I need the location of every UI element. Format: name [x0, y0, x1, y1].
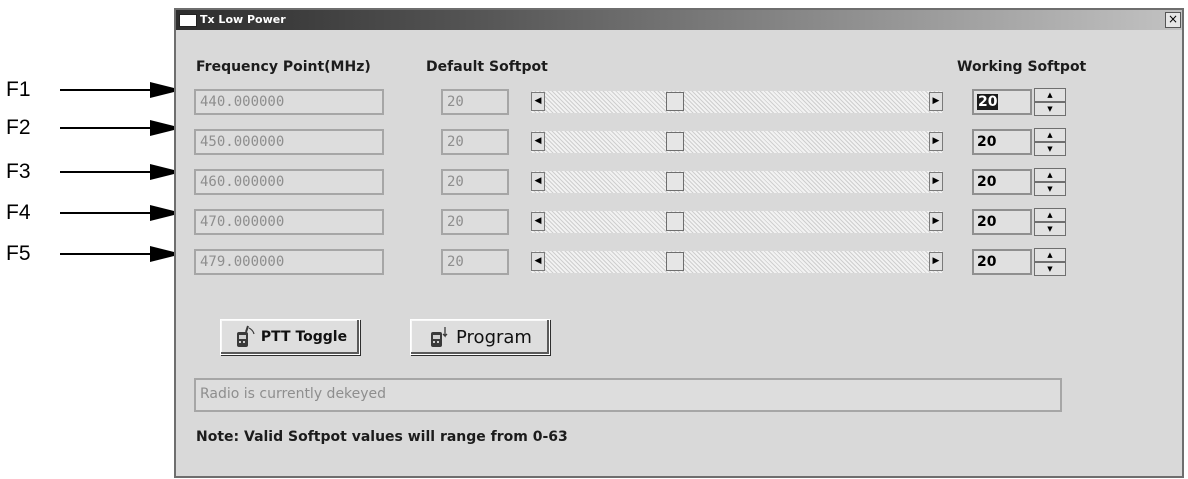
default-softpot-field-f5: 20	[441, 249, 509, 275]
softpot-slider-f4[interactable]: ◀ ▶	[531, 211, 943, 233]
slider-thumb[interactable]	[665, 132, 684, 151]
default-softpot-field-f3: 20	[441, 169, 509, 195]
scroll-left-button[interactable]: ◀	[531, 172, 545, 191]
working-softpot-spinner-f4[interactable]: ▲ ▼	[1034, 208, 1066, 236]
scroll-left-button[interactable]: ◀	[531, 252, 545, 271]
scroll-left-button[interactable]: ◀	[531, 132, 545, 151]
frequency-field-f1: 440.000000	[194, 89, 384, 115]
close-button[interactable]: ×	[1165, 12, 1181, 28]
slider-thumb[interactable]	[665, 92, 684, 111]
spin-down-button[interactable]: ▼	[1034, 222, 1066, 236]
frequency-header: Frequency Point(MHz)	[196, 59, 371, 75]
scroll-right-button[interactable]: ▶	[929, 92, 943, 111]
scroll-right-button[interactable]: ▶	[929, 212, 943, 231]
callout-arrow-f2	[60, 120, 182, 136]
callout-arrow-f3	[60, 164, 182, 180]
working-softpot-field-f2[interactable]: 20	[972, 129, 1032, 155]
callout-arrow-f1	[60, 82, 182, 98]
softpot-slider-f2[interactable]: ◀ ▶	[531, 131, 943, 153]
frequency-field-f2: 450.000000	[194, 129, 384, 155]
slider-thumb[interactable]	[665, 252, 684, 271]
default-softpot-field-f4: 20	[441, 209, 509, 235]
slider-thumb[interactable]	[665, 212, 684, 231]
default-softpot-field-f1: 20	[441, 89, 509, 115]
spin-down-button[interactable]: ▼	[1034, 102, 1066, 116]
radio-icon	[236, 325, 255, 347]
slider-track[interactable]	[531, 211, 943, 233]
status-field: Radio is currently dekeyed	[194, 378, 1062, 412]
working-softpot-spinner-f3[interactable]: ▲ ▼	[1034, 168, 1066, 196]
spin-down-button[interactable]: ▼	[1034, 182, 1066, 196]
spin-down-button[interactable]: ▼	[1034, 142, 1066, 156]
slider-thumb[interactable]	[665, 172, 684, 191]
scroll-left-button[interactable]: ◀	[531, 92, 545, 111]
slider-track[interactable]	[531, 131, 943, 153]
tx-low-power-window: Tx Low Power × Frequency Point(MHz) Defa…	[174, 8, 1184, 478]
default-softpot-header: Default Softpot	[426, 59, 548, 75]
callout-arrow-f4	[60, 205, 182, 221]
callout-label-f5: F5	[6, 242, 31, 265]
frequency-field-f5: 479.000000	[194, 249, 384, 275]
program-button[interactable]: Program	[410, 319, 550, 355]
spin-up-button[interactable]: ▲	[1034, 168, 1066, 182]
spin-up-button[interactable]: ▲	[1034, 88, 1066, 102]
spin-up-button[interactable]: ▲	[1034, 208, 1066, 222]
softpot-slider-f3[interactable]: ◀ ▶	[531, 171, 943, 193]
working-softpot-spinner-f5[interactable]: ▲ ▼	[1034, 248, 1066, 276]
radio-program-icon	[431, 327, 448, 347]
working-softpot-field-f1[interactable]: 20	[972, 89, 1032, 115]
working-softpot-value: 20	[977, 94, 999, 110]
scroll-right-button[interactable]: ▶	[929, 252, 943, 271]
callout-label-f2: F2	[6, 116, 31, 139]
spin-up-button[interactable]: ▲	[1034, 128, 1066, 142]
scroll-right-button[interactable]: ▶	[929, 172, 943, 191]
frequency-field-f4: 470.000000	[194, 209, 384, 235]
working-softpot-header: Working Softpot	[957, 59, 1087, 75]
softpot-slider-f1[interactable]: ◀ ▶	[531, 91, 943, 113]
working-softpot-spinner-f2[interactable]: ▲ ▼	[1034, 128, 1066, 156]
working-softpot-value: 20	[977, 214, 997, 230]
frequency-field-f3: 460.000000	[194, 169, 384, 195]
slider-track[interactable]	[531, 171, 943, 193]
callout-label-f3: F3	[6, 160, 31, 183]
working-softpot-field-f3[interactable]: 20	[972, 169, 1032, 195]
working-softpot-field-f4[interactable]: 20	[972, 209, 1032, 235]
ptt-toggle-label: PTT Toggle	[260, 329, 348, 345]
callout-label-f4: F4	[6, 201, 31, 224]
title-bar: Tx Low Power ×	[176, 10, 1182, 30]
working-softpot-field-f5[interactable]: 20	[972, 249, 1032, 275]
spin-up-button[interactable]: ▲	[1034, 248, 1066, 262]
ptt-toggle-button[interactable]: PTT Toggle	[220, 319, 360, 355]
working-softpot-value: 20	[977, 134, 997, 150]
program-label: Program	[456, 326, 532, 348]
scroll-left-button[interactable]: ◀	[531, 212, 545, 231]
window-title: Tx Low Power	[200, 13, 286, 26]
default-softpot-field-f2: 20	[441, 129, 509, 155]
slider-track[interactable]	[531, 251, 943, 273]
note-text: Note: Valid Softpot values will range fr…	[196, 429, 568, 445]
softpot-slider-f5[interactable]: ◀ ▶	[531, 251, 943, 273]
working-softpot-value: 20	[977, 174, 997, 190]
callout-arrow-f5	[60, 246, 182, 262]
working-softpot-value: 20	[977, 254, 997, 270]
working-softpot-spinner-f1[interactable]: ▲ ▼	[1034, 88, 1066, 116]
callout-label-f1: F1	[6, 78, 31, 101]
scroll-right-button[interactable]: ▶	[929, 132, 943, 151]
slider-track[interactable]	[531, 91, 943, 113]
spin-down-button[interactable]: ▼	[1034, 262, 1066, 276]
window-icon	[179, 14, 197, 27]
